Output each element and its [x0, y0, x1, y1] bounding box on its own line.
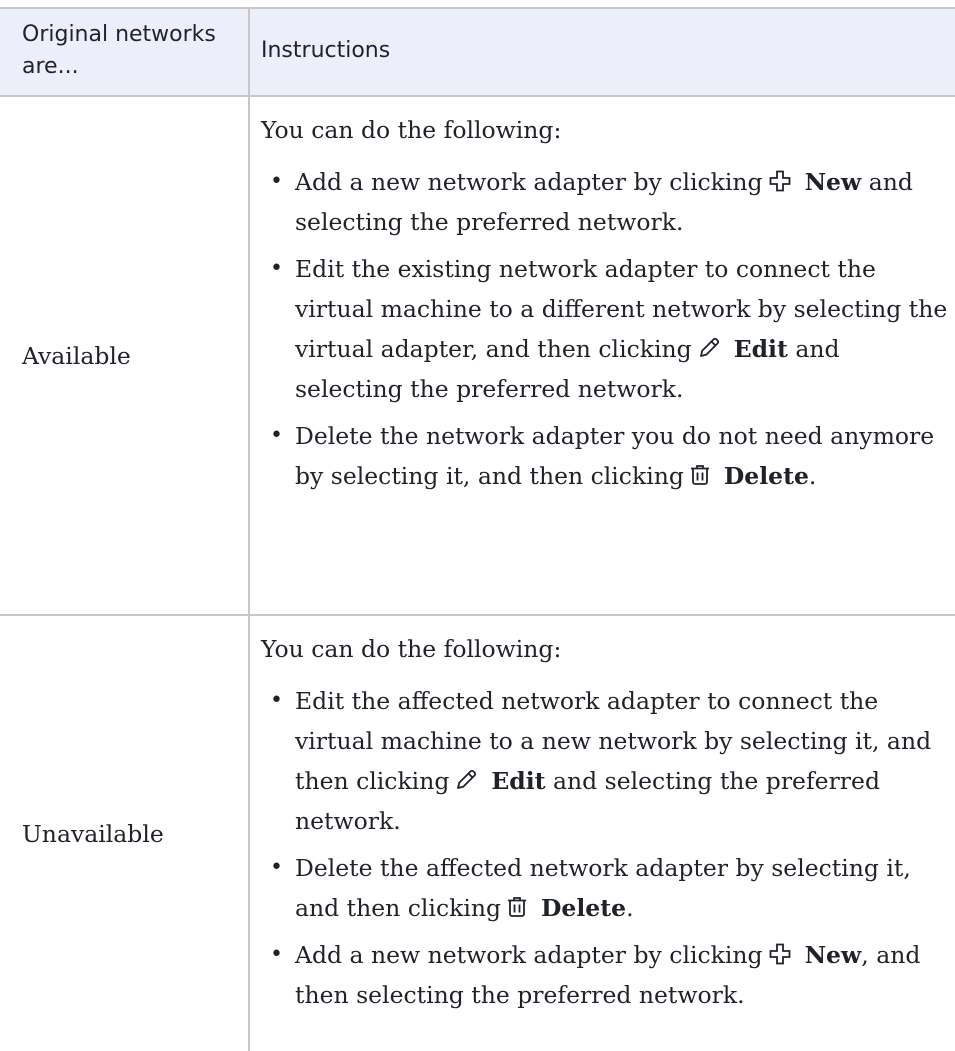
pencil-icon — [698, 337, 720, 359]
bullet-icon: • — [270, 855, 283, 880]
bullet-icon: • — [270, 423, 283, 448]
delete-action-label: Delete — [723, 462, 809, 490]
list-item: • Add a new network adapter by clicking N… — [261, 935, 949, 1015]
list-item: • Edit the affected network adapter to c… — [261, 681, 949, 841]
networks-instructions-table: Original networks are... Instructions Av… — [0, 7, 955, 1051]
instructions-cell: You can do the following: • Add a new ne… — [248, 96, 955, 616]
state-cell: Available — [0, 96, 249, 616]
item-text: Delete the network adapter you do not ne… — [295, 422, 935, 490]
bullet-icon: • — [270, 942, 283, 967]
list-item: • Delete the network adapter you do not … — [261, 416, 949, 496]
list-item: • Edit the existing network adapter to c… — [261, 249, 949, 409]
new-action-label: New — [804, 941, 862, 969]
instructions-cell: You can do the following: • Edit the aff… — [248, 615, 955, 1051]
list-item: • Add a new network adapter by clicking N… — [261, 162, 949, 242]
plus-icon — [769, 170, 791, 192]
header-instructions: Instructions — [248, 7, 955, 97]
item-text-after: . — [808, 462, 817, 490]
item-text: Add a new network adapter by clicking — [295, 168, 763, 196]
trash-icon — [690, 464, 710, 486]
plus-icon — [769, 943, 791, 965]
delete-action-label: Delete — [541, 894, 627, 922]
instructions-intro: You can do the following: — [261, 116, 562, 144]
pencil-icon — [455, 769, 477, 791]
edit-action-label: Edit — [491, 767, 546, 795]
bullet-icon: • — [270, 169, 283, 194]
new-action-label: New — [804, 168, 862, 196]
bullet-icon: • — [270, 256, 283, 281]
bullet-icon: • — [270, 688, 283, 713]
item-text: Edit the existing network adapter to con… — [295, 255, 948, 363]
item-text: Add a new network adapter by clicking — [295, 941, 763, 969]
instructions-intro: You can do the following: — [261, 635, 562, 663]
instructions-list: • Edit the affected network adapter to c… — [261, 681, 949, 1015]
header-original-networks: Original networks are... — [0, 7, 249, 97]
table-row-unavailable: Unavailable You can do the following: • … — [0, 615, 955, 1051]
trash-icon — [507, 896, 527, 918]
instructions-list: • Add a new network adapter by clicking N… — [261, 162, 949, 496]
item-text-after: . — [626, 894, 634, 922]
table-row-available: Available You can do the following: • Ad… — [0, 96, 955, 616]
header-row: Original networks are... Instructions — [0, 7, 955, 97]
state-cell: Unavailable — [22, 819, 164, 848]
list-item: • Delete the affected network adapter by… — [261, 848, 949, 928]
edit-action-label: Edit — [733, 335, 788, 363]
